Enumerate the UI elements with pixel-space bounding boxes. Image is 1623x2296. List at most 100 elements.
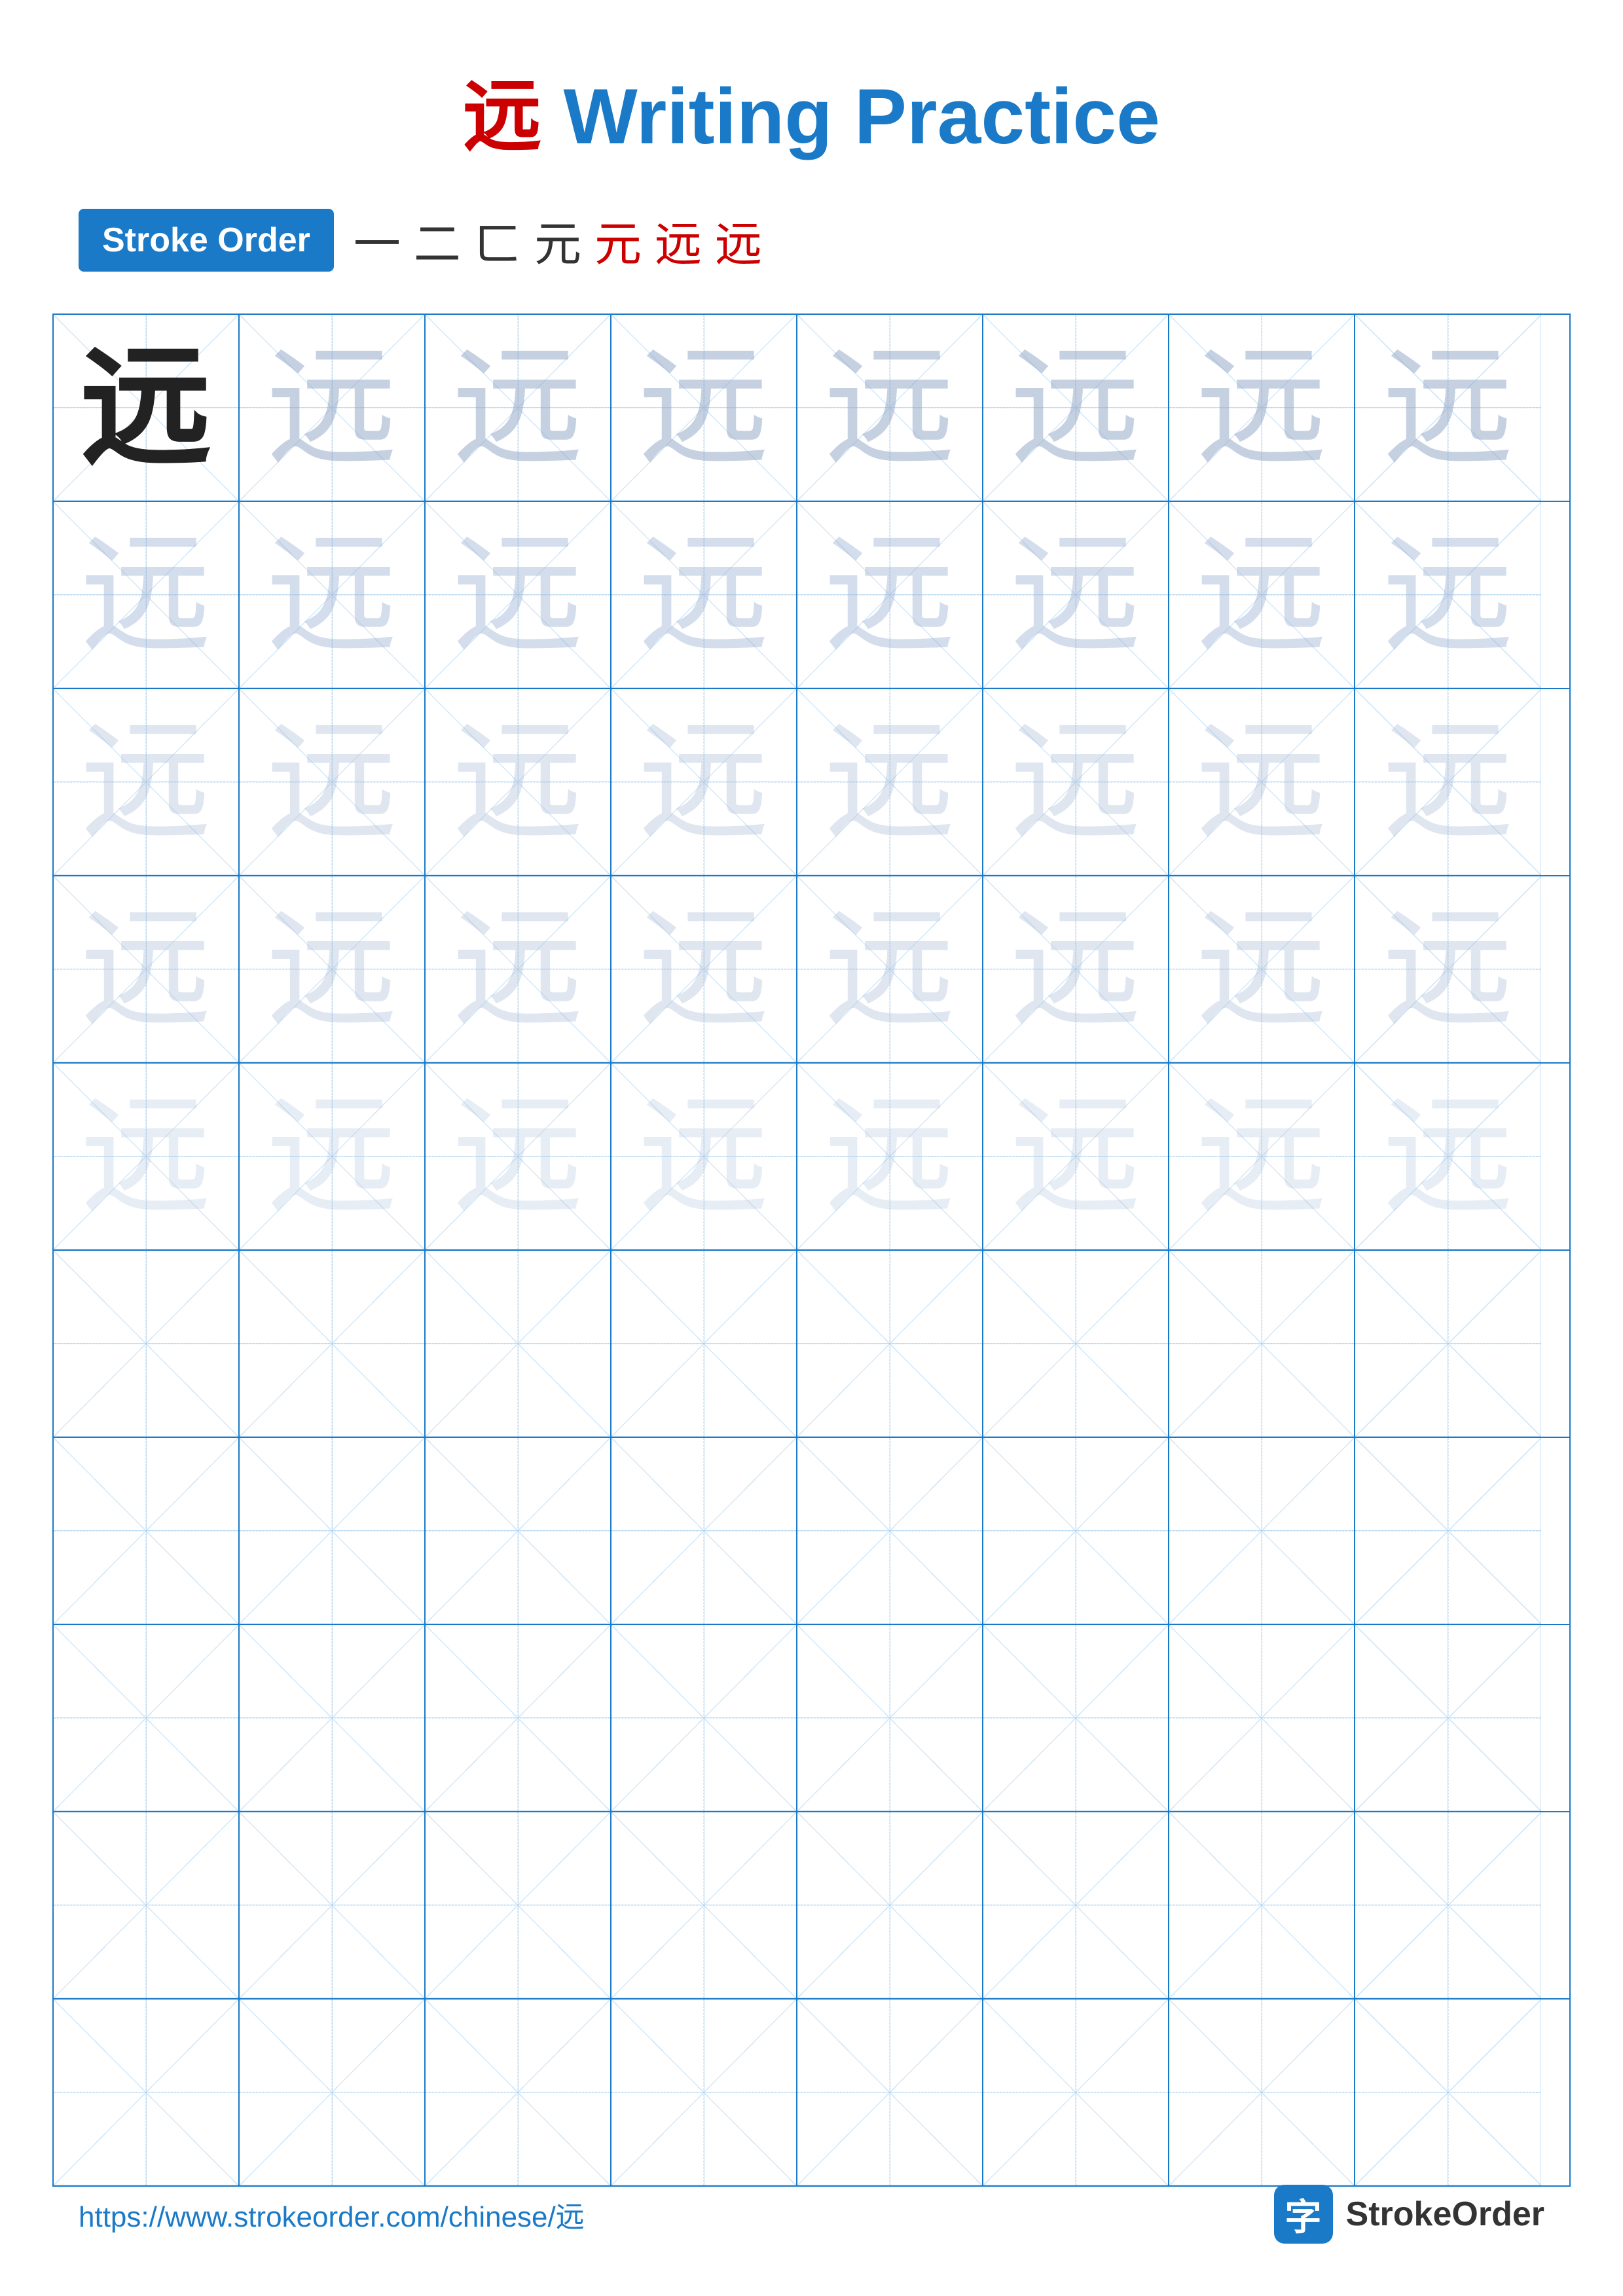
grid-cell[interactable]: [983, 1812, 1169, 1998]
grid-cell: 远: [240, 502, 426, 688]
footer: https://www.strokeorder.com/chinese/远 字 …: [0, 2185, 1623, 2244]
grid-cell: 远: [983, 689, 1169, 875]
grid-cell[interactable]: [240, 1251, 426, 1437]
grid-cell[interactable]: [1169, 1625, 1355, 1811]
char-faint: 远: [824, 342, 955, 473]
grid-cell[interactable]: [1169, 1812, 1355, 1998]
grid-cell: 远: [240, 315, 426, 501]
grid-cell: 远: [426, 502, 611, 688]
grid-cell: 远: [54, 876, 240, 1062]
grid-cell[interactable]: [797, 1438, 983, 1624]
grid-cell[interactable]: [797, 1251, 983, 1437]
grid-cell[interactable]: [1169, 2000, 1355, 2185]
grid-row: [54, 1625, 1569, 1812]
grid-cell[interactable]: [426, 1625, 611, 1811]
grid-cell[interactable]: [983, 1438, 1169, 1624]
grid-cell[interactable]: [611, 1438, 797, 1624]
grid-cell: 远: [797, 502, 983, 688]
char-faint: 远: [266, 342, 397, 473]
grid-cell[interactable]: [54, 1625, 240, 1811]
grid-cell: 远: [1355, 876, 1541, 1062]
grid-cell[interactable]: [1169, 1251, 1355, 1437]
grid-cell: 远: [1169, 502, 1355, 688]
grid-cell[interactable]: [240, 1625, 426, 1811]
title-text: Writing Practice: [541, 73, 1160, 160]
char-faint: 远: [452, 342, 583, 473]
grid-cell: 远: [983, 315, 1169, 501]
grid-cell: 远: [1169, 689, 1355, 875]
grid-cell: 远: [426, 315, 611, 501]
title-char: 远: [463, 73, 541, 160]
stroke-sequence: 一 二 ㄈ 元 元 远 远: [354, 206, 762, 274]
grid-row: 远 远 远 远 远 远 远 远: [54, 1064, 1569, 1251]
grid-cell[interactable]: [611, 2000, 797, 2185]
practice-grid: 远 远 远 远 远 远 远 远: [52, 314, 1571, 2187]
grid-cell: 远: [1169, 876, 1355, 1062]
grid-cell[interactable]: [1355, 1625, 1541, 1811]
grid-cell: 远: [983, 1064, 1169, 1249]
grid-cell[interactable]: [426, 2000, 611, 2185]
grid-cell: 远: [426, 689, 611, 875]
grid-cell: 远: [240, 1064, 426, 1249]
stroke-order-badge: Stroke Order: [79, 209, 334, 272]
grid-row: 远 远 远 远 远 远 远 远: [54, 502, 1569, 689]
grid-cell: 远: [1169, 315, 1355, 501]
page-title: 远 Writing Practice: [0, 0, 1623, 206]
grid-cell: 远: [1355, 502, 1541, 688]
grid-row: 远 远 远 远 远 远 远 远: [54, 315, 1569, 502]
grid-cell[interactable]: [1355, 2000, 1541, 2185]
grid-cell: 远: [797, 1064, 983, 1249]
grid-cell[interactable]: [54, 1438, 240, 1624]
grid-cell: 远: [983, 876, 1169, 1062]
char-faint: 远: [1010, 342, 1141, 473]
grid-row: 远 远 远 远 远 远 远 远: [54, 876, 1569, 1064]
grid-cell[interactable]: [983, 1251, 1169, 1437]
footer-logo: 字: [1274, 2185, 1333, 2244]
grid-cell: 远: [611, 502, 797, 688]
grid-cell[interactable]: [54, 1812, 240, 1998]
grid-row: [54, 1812, 1569, 2000]
grid-row: [54, 2000, 1569, 2185]
grid-cell: 远: [54, 689, 240, 875]
grid-cell[interactable]: [240, 2000, 426, 2185]
grid-cell: 远: [1355, 689, 1541, 875]
grid-cell[interactable]: [426, 1251, 611, 1437]
grid-cell: 远: [1355, 315, 1541, 501]
char-solid: 远: [81, 342, 211, 473]
footer-url[interactable]: https://www.strokeorder.com/chinese/远: [79, 2193, 585, 2235]
grid-cell: 远: [54, 315, 240, 501]
char-faint: 远: [1383, 342, 1514, 473]
grid-cell[interactable]: [426, 1438, 611, 1624]
grid-cell: 远: [240, 689, 426, 875]
grid-cell[interactable]: [983, 2000, 1169, 2185]
grid-cell[interactable]: [611, 1812, 797, 1998]
grid-cell[interactable]: [797, 1812, 983, 1998]
grid-cell[interactable]: [240, 1438, 426, 1624]
grid-cell: 远: [797, 689, 983, 875]
footer-brand: 字 StrokeOrder: [1274, 2185, 1544, 2244]
grid-cell: 远: [797, 876, 983, 1062]
grid-cell[interactable]: [240, 1812, 426, 1998]
grid-cell: 远: [797, 315, 983, 501]
grid-cell[interactable]: [1355, 1438, 1541, 1624]
grid-cell[interactable]: [611, 1251, 797, 1437]
char-faint: 远: [1196, 342, 1327, 473]
char-faint: 远: [638, 342, 769, 473]
grid-cell: 远: [1355, 1064, 1541, 1249]
grid-cell: 远: [54, 1064, 240, 1249]
grid-cell[interactable]: [797, 1625, 983, 1811]
grid-cell[interactable]: [1355, 1812, 1541, 1998]
grid-cell: 远: [240, 876, 426, 1062]
grid-cell: 远: [983, 502, 1169, 688]
grid-cell[interactable]: [611, 1625, 797, 1811]
grid-cell[interactable]: [426, 1812, 611, 1998]
grid-cell: 远: [611, 1064, 797, 1249]
grid-cell[interactable]: [797, 2000, 983, 2185]
grid-cell[interactable]: [983, 1625, 1169, 1811]
grid-cell[interactable]: [54, 2000, 240, 2185]
grid-cell: 远: [1169, 1064, 1355, 1249]
grid-cell[interactable]: [54, 1251, 240, 1437]
grid-cell[interactable]: [1355, 1251, 1541, 1437]
grid-cell[interactable]: [1169, 1438, 1355, 1624]
grid-row: [54, 1251, 1569, 1438]
